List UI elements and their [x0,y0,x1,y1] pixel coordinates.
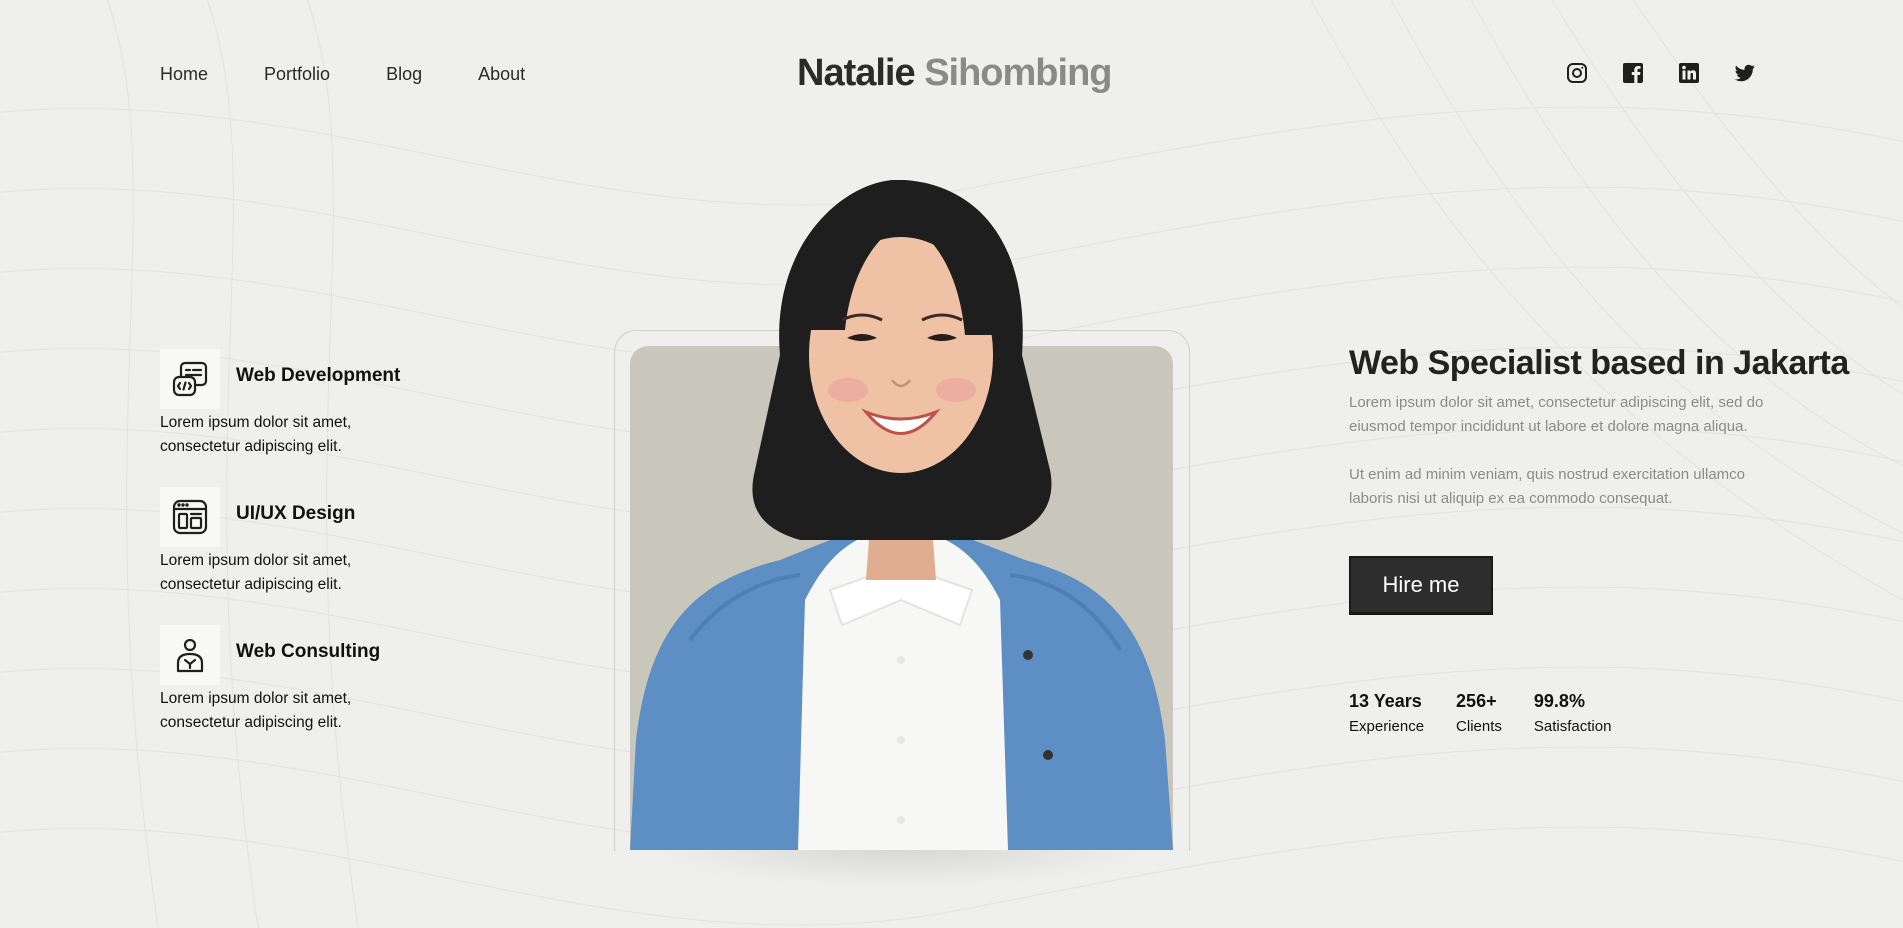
stat-clients: 256+ Clients [1456,691,1502,735]
service-item: Web Consulting Lorem ipsum dolor sit ame… [160,625,420,763]
instagram-icon[interactable] [1565,61,1589,85]
nav-blog-link[interactable]: Blog [386,64,422,85]
stat-label: Satisfaction [1533,718,1612,735]
nav-portfolio-link[interactable]: Portfolio [264,64,330,85]
service-item: Web Development Lorem ipsum dolor sit am… [160,349,420,487]
hero-paragraph-1: Lorem ipsum dolor sit amet, consectetur … [1349,394,1764,435]
hero-paragraph-2: Ut enim ad minim veniam, quis nostrud ex… [1349,466,1745,507]
stats-row: 13 Years Experience 256+ Clients 99.8% S… [1349,691,1611,735]
portrait-photo [630,180,1173,850]
consultant-icon [160,625,220,685]
stat-value: 99.8% [1533,691,1585,711]
service-item: UI/UX Design Lorem ipsum dolor sit amet,… [160,487,420,625]
hero-intro: Web Specialist based in Jakarta Lorem ip… [1349,344,1849,735]
site-logo[interactable]: Natalie Sihombing [797,52,1113,95]
stat-value: 13 Years [1349,691,1422,711]
stat-value: 256+ [1456,691,1497,711]
layout-grid-icon [160,487,220,547]
linkedin-icon[interactable] [1677,61,1701,85]
nav-about-link[interactable]: About [478,64,525,85]
stat-label: Clients [1456,718,1502,735]
service-description: Lorem ipsum dolor sit amet, consectetur … [160,690,352,731]
stat-satisfaction: 99.8% Satisfaction [1534,691,1612,735]
service-title: Web Consulting [236,641,381,662]
service-title: UI/UX Design [236,503,356,524]
social-links [1565,61,1757,85]
main-nav: Home Portfolio Blog About [160,64,525,85]
service-description: Lorem ipsum dolor sit amet, consectetur … [160,414,352,455]
stat-experience: 13 Years Experience [1349,691,1424,735]
facebook-icon[interactable] [1621,61,1645,85]
logo-first-name: Natalie [797,52,916,94]
photo-shadow [640,848,1160,888]
twitter-icon[interactable] [1733,61,1757,85]
hero-title: Web Specialist based in Jakarta [1349,344,1849,382]
logo-last-name: Sihombing [924,52,1112,94]
stat-label: Experience [1349,718,1425,735]
services-list: Web Development Lorem ipsum dolor sit am… [160,349,420,763]
hire-me-button[interactable]: Hire me [1349,556,1493,614]
nav-home-link[interactable]: Home [160,64,208,85]
code-window-icon [160,349,220,409]
service-title: Web Development [236,365,401,386]
service-description: Lorem ipsum dolor sit amet, consectetur … [160,552,352,593]
